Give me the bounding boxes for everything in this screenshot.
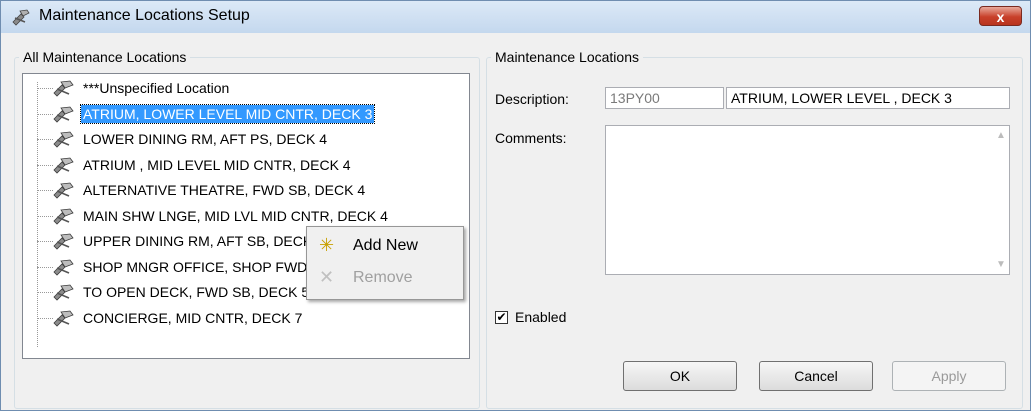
location-tools-icon	[53, 259, 74, 276]
location-tools-icon	[53, 157, 74, 174]
tree-node-label: MAIN SHW LNGE, MID LVL MID CNTR, DECK 4	[83, 207, 388, 224]
tree-node-label: ALTERNATIVE THEATRE, FWD SB, DECK 4	[83, 182, 366, 198]
menu-item-remove[interactable]: ✕ Remove	[309, 263, 459, 293]
tree-node[interactable]: ***Unspecified Location	[23, 77, 463, 99]
location-tools-icon	[53, 208, 74, 225]
location-tools-icon	[53, 182, 74, 199]
location-tools-icon	[53, 233, 74, 250]
title-bar[interactable]: Maintenance Locations Setup x	[1, 1, 1030, 33]
sparkle-icon: ✳	[319, 235, 335, 255]
tree-node-label: UPPER DINING RM, AFT SB, DECK 5	[83, 233, 324, 249]
checkmark-icon: ✔	[496, 310, 507, 324]
tree-node[interactable]: MAIN SHW LNGE, MID LVL MID CNTR, DECK 4	[23, 205, 463, 227]
tree-node-label: ATRIUM, LOWER LEVEL MID CNTR, DECK 3	[79, 103, 376, 124]
comments-field[interactable]: ▲ ▼	[605, 125, 1010, 275]
description-field[interactable]: ATRIUM, LOWER LEVEL , DECK 3	[726, 87, 1010, 109]
context-menu: ✳ Add New ✕ Remove	[306, 226, 464, 300]
tree-node[interactable]: ALTERNATIVE THEATRE, FWD SB, DECK 4	[23, 179, 463, 201]
comments-label: Comments:	[495, 130, 567, 146]
tree-node-label: TO OPEN DECK, FWD SB, DECK 5	[83, 284, 310, 300]
menu-item-add-new[interactable]: ✳ Add New	[309, 231, 459, 261]
location-tools-icon	[53, 131, 74, 148]
dialog-client: All Maintenance Locations ***Unspecified…	[9, 33, 1023, 409]
dialog-window: Maintenance Locations Setup x All Mainte…	[0, 0, 1031, 411]
location-tools-icon	[53, 310, 74, 327]
location-details-legend: Maintenance Locations	[495, 49, 639, 65]
tree-node-label: ***Unspecified Location	[83, 80, 230, 96]
all-locations-legend: All Maintenance Locations	[23, 49, 187, 65]
scroll-up-icon[interactable]: ▲	[996, 130, 1006, 141]
close-icon: x	[996, 9, 1005, 25]
enabled-checkbox[interactable]: ✔	[495, 311, 508, 324]
tree-node-label: ATRIUM , MID LEVEL MID CNTR, DECK 4	[83, 156, 351, 173]
tree-node-label: LOWER DINING RM, AFT PS, DECK 4	[83, 131, 328, 147]
comments-scrollbar[interactable]: ▲ ▼	[992, 126, 1009, 274]
close-button[interactable]: x	[979, 6, 1022, 26]
cancel-button[interactable]: Cancel	[759, 361, 873, 391]
location-tools-icon	[53, 106, 74, 123]
enabled-label[interactable]: Enabled	[515, 309, 566, 325]
description-code-field[interactable]: 13PY00	[605, 87, 724, 109]
tree-node[interactable]: LOWER DINING RM, AFT PS, DECK 4	[23, 128, 463, 150]
tree-node[interactable]: ATRIUM , MID LEVEL MID CNTR, DECK 4	[23, 154, 463, 176]
menu-item-remove-label: Remove	[353, 269, 413, 286]
tree-node[interactable]: ATRIUM, LOWER LEVEL MID CNTR, DECK 3	[23, 103, 463, 125]
tree-node-label: CONCIERGE, MID CNTR, DECK 7	[83, 309, 303, 326]
location-tools-icon	[53, 284, 74, 301]
maintenance-tools-icon	[12, 9, 30, 26]
menu-item-add-new-label: Add New	[353, 237, 418, 254]
x-icon: ✕	[319, 267, 335, 287]
ok-button[interactable]: OK	[623, 361, 737, 391]
window-title: Maintenance Locations Setup	[39, 7, 250, 24]
description-label: Description:	[495, 91, 569, 107]
location-tools-icon	[53, 80, 74, 97]
apply-button[interactable]: Apply	[892, 361, 1006, 391]
scroll-down-icon[interactable]: ▼	[996, 259, 1006, 270]
tree-node[interactable]: CONCIERGE, MID CNTR, DECK 7	[23, 307, 463, 329]
locations-tree[interactable]: ***Unspecified Location ATRIUM, LOWER LEV…	[22, 73, 470, 359]
